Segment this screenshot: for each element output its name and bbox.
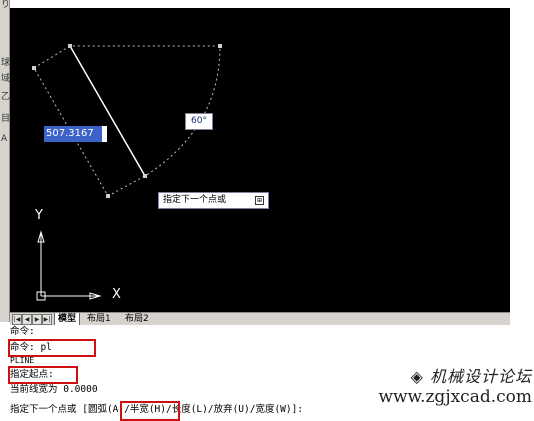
next-tab-button[interactable]: ▶	[32, 314, 42, 325]
grip-point[interactable]	[143, 174, 147, 178]
toolbar-tool-icon[interactable]: 乙	[1, 92, 10, 102]
ucs-x-label: X	[112, 287, 121, 302]
options-menu-icon[interactable]: ⊞	[255, 196, 264, 205]
length-value: 507.3167	[46, 128, 94, 139]
command-history-line: 命令:	[10, 326, 35, 337]
watermark: ◈ 机械设计论坛 www.zgjxcad.com	[378, 363, 532, 407]
watermark-title-text: 机械设计论坛	[429, 367, 532, 386]
prev-tab-button[interactable]: ◀	[22, 314, 32, 325]
toolbar-tool-icon[interactable]: 球	[1, 58, 10, 68]
layout-tabs-bar: |◀ ◀ ▶ ▶| 模型 布局1 布局2	[10, 312, 510, 326]
last-tab-button[interactable]: ▶|	[42, 314, 52, 325]
grip-point[interactable]	[106, 194, 110, 198]
ucs-y-label: Y	[35, 208, 43, 223]
text-cursor	[102, 126, 107, 142]
tab-layout2[interactable]: 布局2	[122, 313, 152, 325]
tab-layout1[interactable]: 布局1	[84, 313, 114, 325]
highlight-box	[8, 339, 96, 357]
watermark-title: ◈ 机械设计论坛	[378, 363, 532, 387]
drawing-canvas[interactable]: Y X 507.3167 60° 指定下一个点或 ⊞	[10, 8, 510, 312]
diamond-icon: ◈	[410, 367, 430, 386]
toolbar-tool-icon[interactable]: 目	[1, 114, 10, 124]
grip-point[interactable]	[68, 44, 72, 48]
dynamic-angle-input[interactable]: 60°	[185, 113, 213, 130]
highlight-box	[120, 401, 180, 421]
grip-point[interactable]	[218, 44, 222, 48]
toolbar-tool-icon[interactable]: り	[1, 0, 10, 10]
toolbar-tool-icon[interactable]: A	[1, 134, 8, 144]
dynamic-length-input[interactable]: 507.3167	[44, 126, 107, 142]
watermark-url: www.zgjxcad.com	[378, 387, 532, 407]
highlight-box	[8, 366, 78, 384]
drawing-svg	[32, 44, 222, 301]
grip-point[interactable]	[32, 66, 36, 70]
ucs-icon	[36, 230, 102, 301]
toolbar-tool-icon[interactable]: 域	[1, 74, 10, 84]
dynamic-prompt-tooltip[interactable]: 指定下一个点或 ⊞	[158, 192, 269, 209]
prompt-text: 指定下一个点或	[163, 195, 227, 205]
first-tab-button[interactable]: |◀	[12, 314, 22, 325]
command-history-line: 当前线宽为 0.0000	[10, 384, 98, 395]
polyline-segment	[69, 45, 146, 177]
left-toolbar: り 球 域 乙 目 A	[0, 0, 10, 322]
